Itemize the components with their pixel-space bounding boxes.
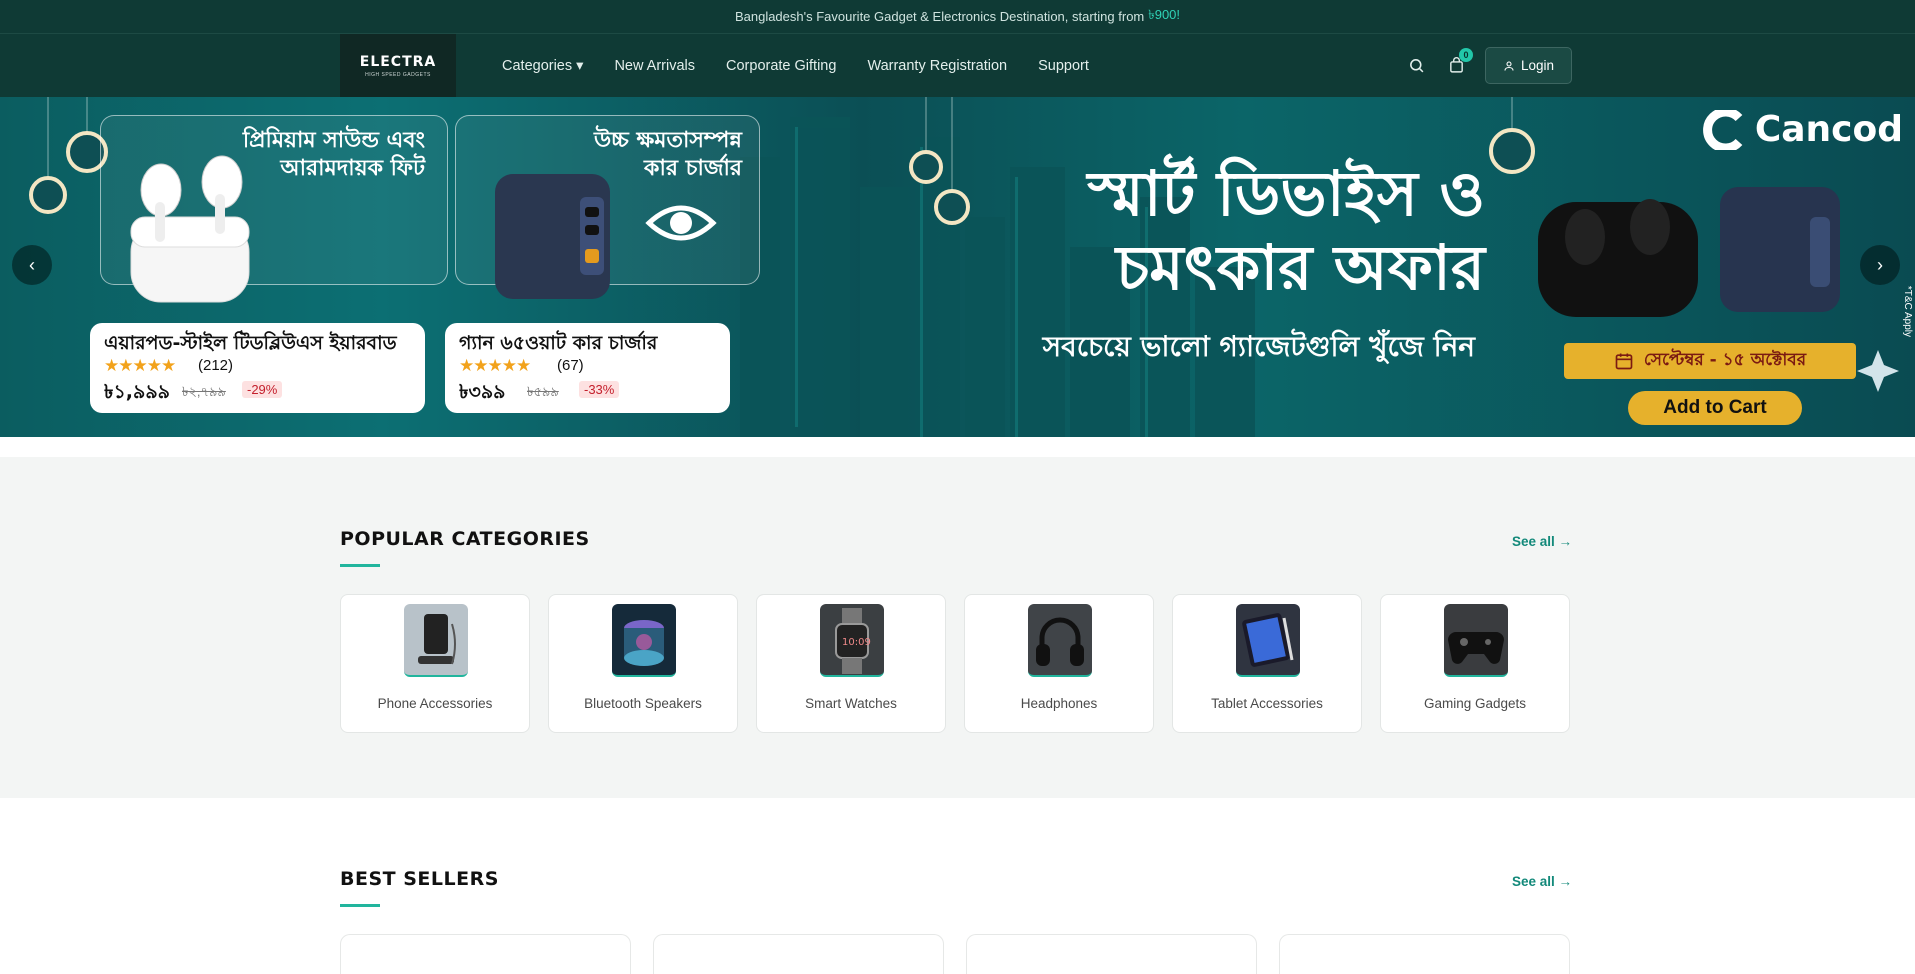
login-label: Login (1520, 58, 1555, 73)
category-thumbnail (1236, 604, 1300, 677)
section-underline (340, 904, 380, 907)
discount-badge: -33% (579, 381, 620, 398)
category-thumbnail (1028, 604, 1092, 677)
section-title: BEST SELLERS (340, 868, 499, 890)
category-card-gaming-gadgets[interactable]: Gaming Gadgets (1380, 594, 1570, 733)
phone-stand-icon (418, 614, 456, 665)
category-grid: Phone Accessories Bluetooth Speakers 10:… (340, 594, 1570, 733)
best-sellers-grid (340, 934, 1570, 974)
category-card-tablet-accessories[interactable]: Tablet Accessories (1172, 594, 1362, 733)
slider-prev-button[interactable]: ‹ (12, 245, 52, 285)
rating-stars: ★★★★★ (459, 356, 531, 375)
category-thumbnail (404, 604, 468, 677)
price-current: ৳১,৯৯৯ (104, 381, 170, 403)
watch-icon: 10:09 (835, 608, 871, 674)
hero-banner[interactable]: প্রিমিয়াম সাউন্ড এবং আরামদায়ক ফিট এয়া… (0, 97, 1915, 437)
category-card-headphones[interactable]: Headphones (964, 594, 1154, 733)
see-all-link[interactable]: See all → (1512, 534, 1572, 549)
category-name: Phone Accessories (377, 696, 493, 711)
speaker-icon (624, 620, 664, 666)
category-card-phone-accessories[interactable]: Phone Accessories (340, 594, 530, 733)
headphones-icon (1036, 617, 1084, 666)
announcement-text: Bangladesh's Favourite Gadget & Electron… (734, 9, 1145, 24)
review-count: (212) (198, 357, 234, 374)
nav-item-corporate-gifting[interactable]: Corporate Gifting (726, 58, 836, 74)
price-original: ৳৫৯৯ (527, 384, 559, 399)
product-card[interactable] (653, 934, 944, 974)
brand-name: Cancod (1754, 109, 1903, 150)
category-name: Headphones (1020, 696, 1098, 711)
category-name: Gaming Gadgets (1423, 696, 1527, 711)
svg-text:10:09: 10:09 (842, 637, 871, 648)
offer-date-text: সেপ্টেম্বর - ১৫ অক্টোবর (1643, 350, 1807, 370)
category-card-smart-watches[interactable]: 10:09 Smart Watches (756, 594, 946, 733)
nav-item-new-arrivals[interactable]: New Arrivals (614, 58, 695, 74)
cart-count-badge: 0 (1459, 47, 1473, 62)
review-count: (67) (557, 357, 584, 374)
category-thumbnail (612, 604, 676, 677)
rating-stars: ★★★★★ (104, 356, 176, 375)
eye-icon (645, 205, 717, 241)
offer-date-ribbon: সেপ্টেম্বর - ১৫ অক্টোবর (1564, 343, 1856, 379)
user-icon (1504, 60, 1514, 71)
announcement-bar: Bangladesh's Favourite Gadget & Electron… (0, 0, 1915, 34)
hero-subline: সবচেয়ে ভালো গ্যাজেটগুলি খুঁজে নিন (1042, 330, 1475, 363)
brand-mark-icon (1702, 109, 1743, 150)
best-sellers-section: BEST SELLERS See all → (0, 798, 1915, 974)
product-card[interactable] (966, 934, 1257, 974)
nav-menu: Categories ▾ New Arrivals Corporate Gift… (502, 58, 1120, 74)
category-name: Tablet Accessories (1211, 696, 1323, 711)
category-card-bluetooth-speakers[interactable]: Bluetooth Speakers (548, 594, 738, 733)
cart-button[interactable]: 0 (1445, 47, 1473, 77)
slider-next-button[interactable]: › (1860, 245, 1900, 285)
search-icon (1409, 59, 1423, 73)
discount-badge: -29% (242, 381, 283, 398)
category-name: Bluetooth Speakers (584, 696, 702, 711)
earbuds-product-image (130, 155, 250, 303)
category-name: Smart Watches (805, 696, 897, 711)
popular-categories-section: POPULAR CATEGORIES See all → Phone Acces… (0, 457, 1915, 798)
car-charger-product-image (495, 174, 610, 299)
search-button[interactable] (1405, 55, 1427, 77)
calendar-icon (1615, 353, 1633, 370)
brand-logo: Cancod (1699, 109, 1903, 150)
section-underline (340, 564, 380, 567)
terms-note: *T&C Apply (1902, 285, 1913, 337)
site-logo[interactable]: ELECTRA HIGH SPEED GADGETS (340, 34, 456, 97)
section-title: POPULAR CATEGORIES (340, 528, 590, 550)
main-navigation: ELECTRA HIGH SPEED GADGETS Categories ▾ … (0, 34, 1915, 97)
banner-add-to-cart-button[interactable]: Add to Cart (1628, 391, 1802, 425)
promo-product-card-2[interactable]: গ্যান ৬৫ওয়াট কার চার্জার ★★★★★ (67) ৳৩৯… (445, 323, 730, 413)
price-original: ৳২,৭৯৯ (182, 384, 226, 399)
product-card[interactable] (1279, 934, 1570, 974)
category-thumbnail (1444, 604, 1508, 677)
gamepad-icon (1448, 632, 1504, 664)
tablet-icon (1242, 613, 1294, 667)
logo-tagline: HIGH SPEED GADGETS (365, 71, 431, 78)
announcement-price: ৳900! (1148, 7, 1181, 22)
promo-product-card-1[interactable]: এয়ারপড-স্টাইল টিডব্লিউএস ইয়ারবাড ★★★★★… (90, 323, 425, 413)
nav-item-support[interactable]: Support (1038, 58, 1089, 74)
nav-item-categories[interactable]: Categories ▾ (502, 58, 583, 74)
see-all-link[interactable]: See all → (1512, 874, 1572, 889)
logo-text: ELECTRA (359, 53, 437, 70)
price-current: ৳৩৯৯ (459, 381, 506, 403)
product-card[interactable] (340, 934, 631, 974)
hero-headline-2: চমৎকার অফার (1115, 231, 1485, 304)
login-button[interactable]: Login (1485, 47, 1572, 84)
nav-item-warranty-registration[interactable]: Warranty Registration (867, 58, 1007, 74)
category-thumbnail: 10:09 (820, 604, 884, 677)
